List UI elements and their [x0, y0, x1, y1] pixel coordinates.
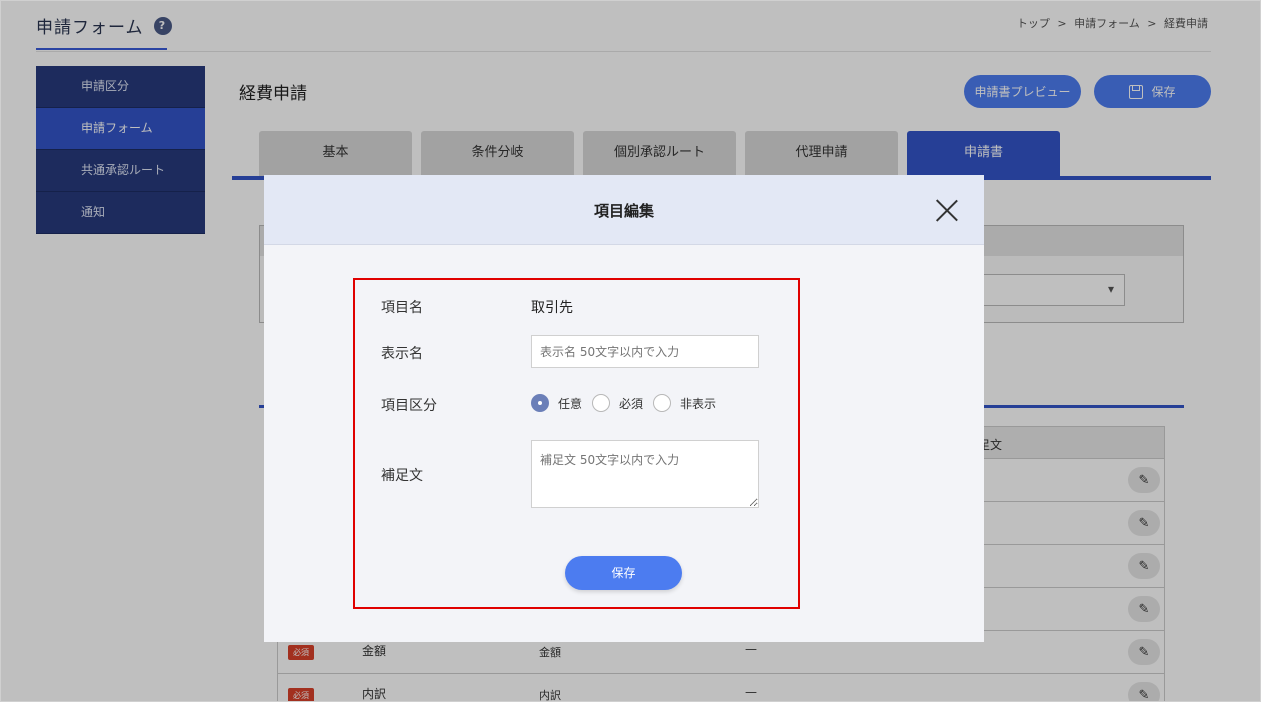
modal-header: 項目編集	[264, 175, 984, 245]
radio-hidden[interactable]	[653, 394, 672, 412]
radio-required-label: 必須	[619, 396, 644, 411]
category-radio-group: 任意 必須 非表示	[531, 394, 726, 412]
radio-required[interactable]	[592, 394, 611, 412]
modal-title: 項目編集	[593, 202, 654, 220]
radio-hidden-label: 非表示	[680, 396, 717, 411]
category-label: 項目区分	[381, 398, 437, 414]
modal-save-button[interactable]: 保存	[565, 556, 682, 590]
note-textarea[interactable]	[531, 440, 759, 508]
display-name-input[interactable]	[531, 335, 759, 368]
edit-item-modal: 項目編集 項目名 取引先 表示名 項目区分 任意 必須 非表示 補足文 保存	[264, 175, 984, 642]
display-name-label: 表示名	[381, 346, 423, 362]
note-label: 補足文	[381, 468, 423, 484]
radio-optional[interactable]	[531, 394, 549, 412]
item-name-label: 項目名	[381, 300, 423, 316]
radio-optional-label: 任意	[558, 396, 583, 411]
item-name-value: 取引先	[531, 300, 573, 316]
close-icon[interactable]	[936, 199, 958, 221]
page: 申請フォーム ? トップ > 申請フォーム > 経費申請 申請区分 申請フォーム…	[0, 0, 1261, 702]
